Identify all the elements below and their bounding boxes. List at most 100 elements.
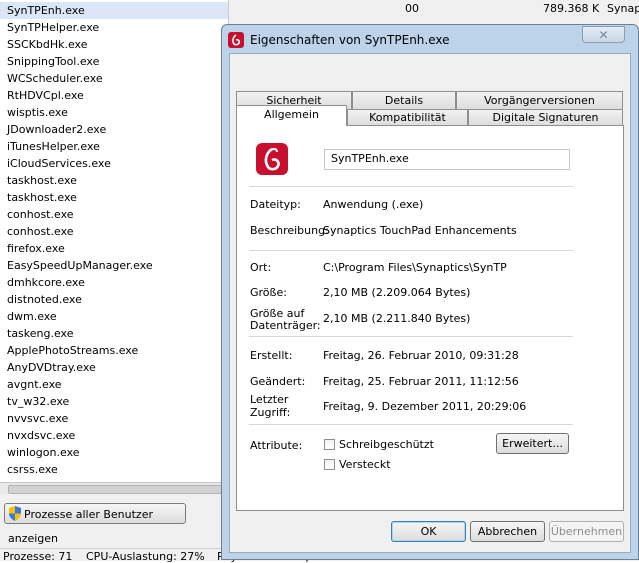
divider <box>249 424 573 425</box>
process-row[interactable]: nvvsvc.exe <box>0 410 68 427</box>
process-list-hscrollbar[interactable] <box>0 482 228 494</box>
process-row[interactable]: RtHDVCpl.exe <box>0 87 84 104</box>
process-name: taskhost.exe <box>7 174 77 187</box>
close-button[interactable]: ✕ <box>582 26 625 43</box>
value-description: Synaptics TouchPad Enhancements <box>323 224 517 237</box>
process-row[interactable]: iTunesHelper.exe <box>0 138 100 155</box>
process-name: wisptis.exe <box>7 106 68 119</box>
hidden-label[interactable]: Versteckt <box>339 458 391 471</box>
process-name: AnyDVDtray.exe <box>7 361 96 374</box>
process-name: SnippingTool.exe <box>7 55 100 68</box>
scrollbar-thumb[interactable] <box>8 485 222 494</box>
label-created: Erstellt: <box>250 349 293 362</box>
process-row[interactable]: nvxdsvc.exe <box>0 427 75 444</box>
process-name: conhost.exe <box>7 208 74 221</box>
process-name: taskhost.exe <box>7 191 77 204</box>
label-location: Ort: <box>250 261 272 274</box>
uac-shield-icon <box>8 506 22 528</box>
process-name: SynTPEnh.exe <box>7 4 85 17</box>
process-row[interactable]: ApplePhotoStreams.exe <box>0 342 138 359</box>
ok-button[interactable]: OK <box>391 521 466 542</box>
process-memory-value: 789.368 K <box>543 2 600 15</box>
process-row[interactable]: AnyDVDtray.exe <box>0 359 96 376</box>
process-row[interactable]: SSCKbdHk.exe <box>0 36 87 53</box>
process-name: winlogon.exe <box>7 446 80 459</box>
process-row[interactable]: taskhost.exe <box>0 172 77 189</box>
label-attributes: Attribute: <box>250 439 303 452</box>
process-row[interactable]: tv_w32.exe <box>0 393 69 410</box>
process-row[interactable]: dmhkcore.exe <box>0 274 85 291</box>
tab-label: Vorgängerversionen <box>484 94 595 107</box>
process-row[interactable]: winlogon.exe <box>0 444 80 461</box>
process-row[interactable]: wisptis.exe <box>0 104 68 121</box>
process-row[interactable]: conhost.exe <box>0 223 74 240</box>
process-name: csrss.exe <box>7 463 58 476</box>
advanced-button[interactable]: Erweitert... <box>496 433 569 454</box>
process-row[interactable]: taskeng.exe <box>0 325 74 342</box>
status-process-count: Prozesse: 71 <box>3 550 73 563</box>
process-row[interactable]: csrss.exe <box>0 461 58 478</box>
process-row[interactable]: iCloudServices.exe <box>0 155 111 172</box>
cancel-button[interactable]: Abbrechen <box>470 521 545 542</box>
process-name: iTunesHelper.exe <box>7 140 100 153</box>
process-name: SynTPHelper.exe <box>7 21 100 34</box>
apply-button[interactable]: Übernehmen <box>549 521 624 542</box>
process-row[interactable]: EasySpeedUpManager.exe <box>0 257 153 274</box>
process-name: nvvsvc.exe <box>7 412 69 425</box>
value-modified: Freitag, 25. Februar 2011, 11:12:56 <box>323 375 519 388</box>
synaptics-app-icon <box>228 32 244 48</box>
tab-digitale-signaturen[interactable]: Digitale Signaturen <box>468 109 623 126</box>
value-location: C:\Program Files\Synaptics\SynTP <box>323 261 507 274</box>
properties-dialog: Eigenschaften von SynTPEnh.exe ✕ Sicherh… <box>221 24 639 560</box>
file-name-input[interactable]: SynTPEnh.exe <box>324 149 570 170</box>
process-row[interactable]: distnoted.exe <box>0 291 82 308</box>
value-size: 2,10 MB (2.209.064 Bytes) <box>323 286 471 299</box>
show-all-users-button[interactable]: Prozesse aller Benutzer anzeigen <box>4 503 186 545</box>
label-accessed-line1: Letzter <box>250 393 289 406</box>
close-icon: ✕ <box>598 28 609 42</box>
process-row[interactable]: dwm.exe <box>0 308 57 325</box>
process-name: iCloudServices.exe <box>7 157 111 170</box>
tab-panel-allgemein: SynTPEnh.exe Dateityp: Anwendung (.exe) … <box>236 125 624 511</box>
tab-kompatibilitaet[interactable]: Kompatibilität <box>347 109 468 126</box>
process-row[interactable]: WCScheduler.exe <box>0 70 103 87</box>
process-name: distnoted.exe <box>7 293 82 306</box>
label-size-on-disk-line2: Datenträger: <box>250 319 321 332</box>
process-name: taskeng.exe <box>7 327 74 340</box>
process-name: RtHDVCpl.exe <box>7 89 84 102</box>
process-list[interactable]: SynTPEnh.exe SynTPHelper.exe SSCKbdHk.exe… <box>0 0 229 482</box>
process-name: WCScheduler.exe <box>7 72 103 85</box>
process-name: dmhkcore.exe <box>7 276 85 289</box>
process-name: SSCKbdHk.exe <box>7 38 88 51</box>
process-name: avgnt.exe <box>7 378 62 391</box>
readonly-label[interactable]: Schreibgeschützt <box>339 438 434 451</box>
process-row[interactable]: SnippingTool.exe <box>0 53 99 70</box>
value-created: Freitag, 26. Februar 2010, 09:31:28 <box>323 349 519 362</box>
tab-label: Kompatibilität <box>369 111 446 124</box>
readonly-checkbox[interactable] <box>324 439 335 450</box>
process-name: conhost.exe <box>7 225 74 238</box>
process-cpu-value: 00 <box>405 2 419 15</box>
hidden-checkbox[interactable] <box>324 459 335 470</box>
tab-allgemein[interactable]: Allgemein <box>236 105 347 126</box>
label-size: Größe: <box>250 286 287 299</box>
process-row[interactable]: taskhost.exe <box>0 189 77 206</box>
process-row[interactable]: firefox.exe <box>0 240 65 257</box>
dialog-client-area: Sicherheit Details Vorgängerversionen Al… <box>229 53 631 553</box>
divider <box>249 250 573 251</box>
process-row[interactable]: avgnt.exe <box>0 376 62 393</box>
value-size-on-disk: 2,10 MB (2.211.840 Bytes) <box>323 312 471 325</box>
tab-details[interactable]: Details <box>352 91 456 110</box>
process-row[interactable]: SynTPHelper.exe <box>0 19 99 36</box>
divider <box>249 186 573 187</box>
label-accessed-line2: Zugriff: <box>250 406 291 419</box>
value-type: Anwendung (.exe) <box>323 198 424 211</box>
process-row-selected[interactable]: SynTPEnh.exe <box>0 2 228 19</box>
tab-label: Digitale Signaturen <box>492 111 599 124</box>
process-row[interactable]: JDownloader2.exe <box>0 121 106 138</box>
label-description: Beschreibung: <box>250 224 329 237</box>
tab-vorgaengerversionen[interactable]: Vorgängerversionen <box>456 91 623 110</box>
process-description-value: Synap <box>607 2 639 15</box>
dialog-titlebar[interactable]: Eigenschaften von SynTPEnh.exe ✕ <box>222 25 638 53</box>
process-row[interactable]: conhost.exe <box>0 206 74 223</box>
